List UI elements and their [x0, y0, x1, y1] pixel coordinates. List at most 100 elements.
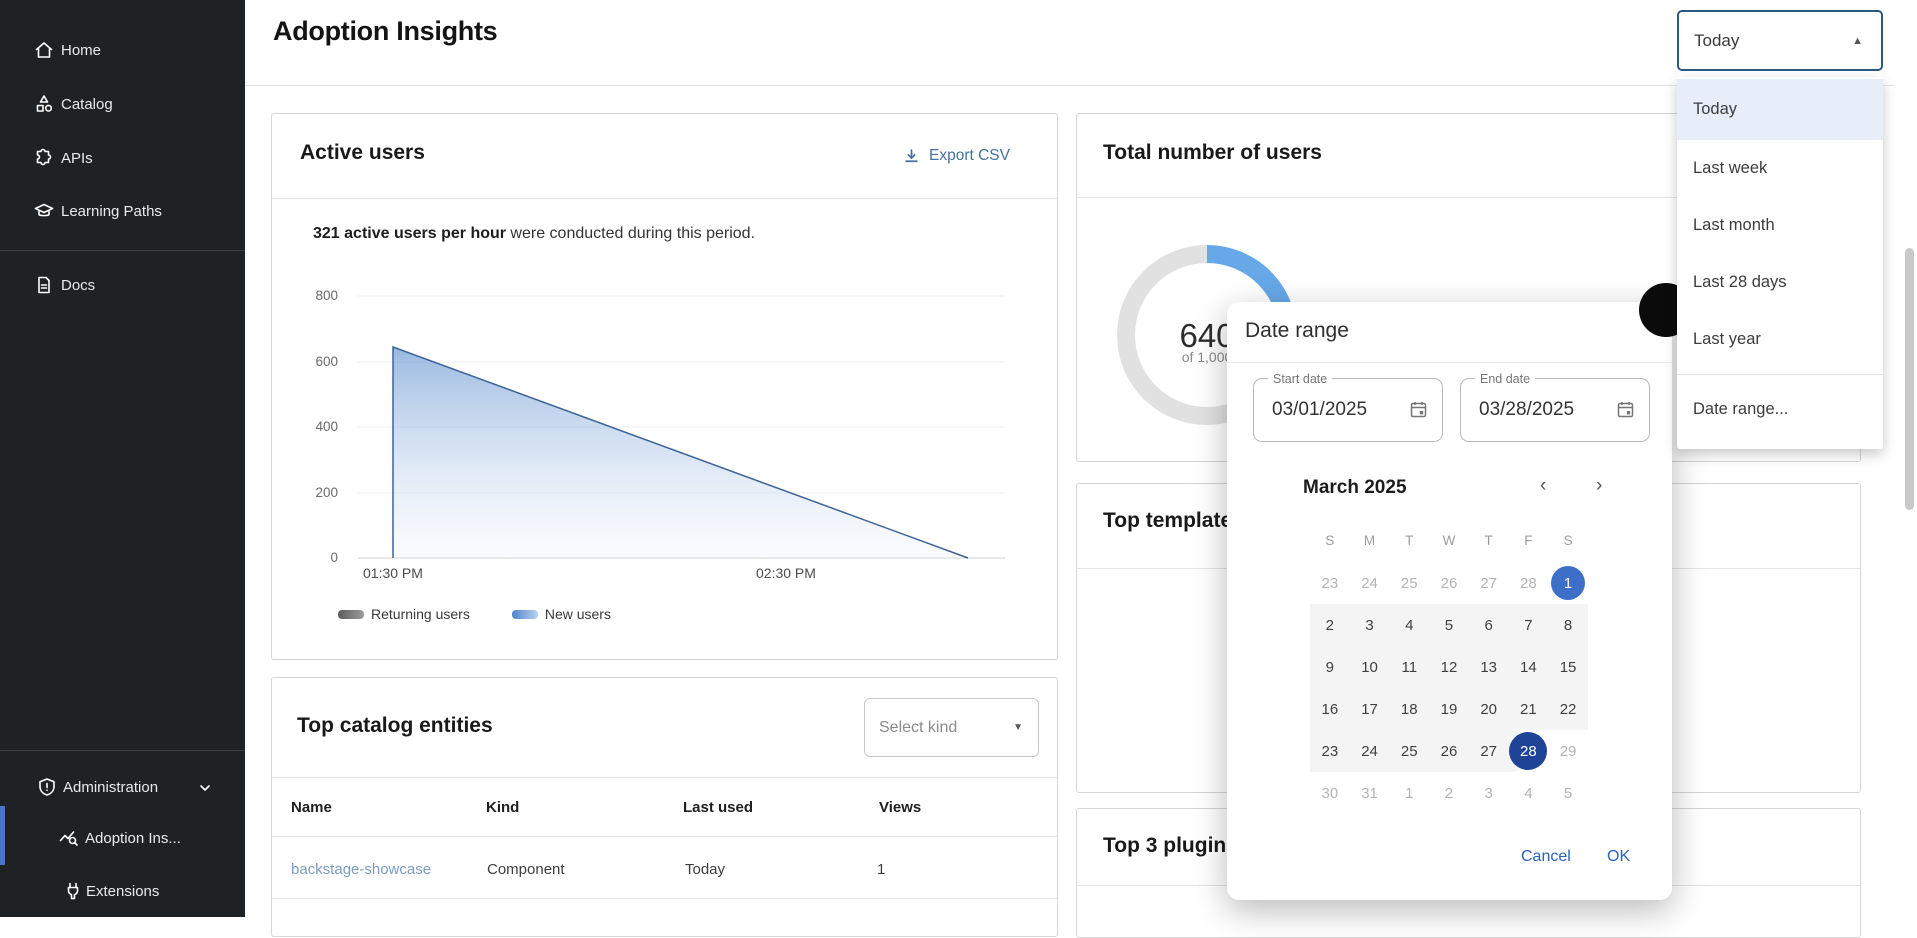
weekday-label: M — [1350, 533, 1390, 548]
calendar-day[interactable]: 11 — [1389, 646, 1429, 688]
calendar-day[interactable]: 30 — [1310, 772, 1350, 814]
calendar-day[interactable]: 31 — [1350, 772, 1390, 814]
calendar-day[interactable]: 14 — [1509, 646, 1549, 688]
calendar-next-button[interactable]: › — [1596, 475, 1602, 497]
calendar-day[interactable]: 1 — [1389, 772, 1429, 814]
calendar-day[interactable]: 27 — [1469, 562, 1509, 604]
weekday-label: S — [1310, 533, 1350, 548]
sidebar-item-label: Home — [61, 42, 101, 59]
calendar-day[interactable]: 4 — [1509, 772, 1549, 814]
export-csv-button[interactable]: Export CSV — [903, 147, 1010, 165]
calendar-day[interactable]: 15 — [1548, 646, 1588, 688]
shield-icon — [36, 776, 58, 798]
sidebar-item-label: Catalog — [61, 96, 113, 113]
period-menu-item[interactable]: Last year — [1677, 311, 1883, 368]
column-header-views: Views — [879, 799, 921, 816]
calendar-day[interactable]: 6 — [1469, 604, 1509, 646]
sidebar-item-apis[interactable]: APIs — [0, 132, 245, 184]
period-menu-item[interactable]: Last week — [1677, 140, 1883, 197]
calendar-icon[interactable] — [1409, 400, 1428, 424]
calendar-day[interactable]: 22 — [1548, 688, 1588, 730]
calendar-day[interactable]: 2 — [1310, 604, 1350, 646]
api-icon — [33, 147, 55, 169]
calendar-day[interactable]: 24 — [1350, 730, 1390, 772]
sidebar: Home Catalog APIs Learning Paths Docs Ad… — [0, 0, 245, 917]
active-users-area-chart — [271, 225, 1058, 570]
sidebar-item-label: APIs — [61, 150, 93, 167]
period-select-value: Today — [1694, 31, 1739, 51]
table-divider — [272, 898, 1057, 899]
start-date-label: Start date — [1268, 372, 1332, 386]
calendar-day[interactable]: 5 — [1429, 604, 1469, 646]
entity-last-used-cell: Today — [685, 861, 725, 878]
period-select[interactable]: Today ▲ — [1677, 10, 1883, 71]
calendar-day[interactable]: 10 — [1350, 646, 1390, 688]
card-header-divider — [272, 198, 1057, 199]
calendar-day[interactable]: 18 — [1389, 688, 1429, 730]
calendar-day[interactable]: 26 — [1429, 562, 1469, 604]
calendar-day[interactable]: 27 — [1469, 730, 1509, 772]
calendar-day[interactable]: 23 — [1310, 730, 1350, 772]
start-date-field[interactable]: Start date 03/01/2025 — [1253, 378, 1443, 442]
chevron-down-icon[interactable] — [198, 781, 212, 799]
calendar-day[interactable]: 7 — [1509, 604, 1549, 646]
calendar-day[interactable]: 25 — [1389, 730, 1429, 772]
calendar-day[interactable]: 24 — [1350, 562, 1390, 604]
period-menu-item[interactable]: Last month — [1677, 197, 1883, 254]
calendar-day[interactable]: 3 — [1350, 604, 1390, 646]
sidebar-item-catalog[interactable]: Catalog — [0, 78, 245, 130]
vertical-scrollbar-thumb[interactable] — [1905, 248, 1914, 510]
calendar-day[interactable]: 26 — [1429, 730, 1469, 772]
calendar-icon[interactable] — [1616, 400, 1635, 424]
calendar-day[interactable]: 5 — [1548, 772, 1588, 814]
calendar-day[interactable]: 29 — [1548, 730, 1588, 772]
cancel-button[interactable]: Cancel — [1521, 848, 1571, 866]
date-range-dialog: Date range Start date 03/01/2025 End dat… — [1227, 302, 1672, 900]
period-menu: TodayLast weekLast monthLast 28 daysLast… — [1677, 77, 1883, 449]
total-users-card-title: Total number of users — [1103, 141, 1322, 165]
calendar-day[interactable]: 19 — [1429, 688, 1469, 730]
calendar-day[interactable]: 21 — [1509, 688, 1549, 730]
y-tick: 200 — [293, 485, 338, 500]
calendar-day[interactable]: 12 — [1429, 646, 1469, 688]
top-templates-card-title: Top templates — [1103, 509, 1244, 533]
end-date-field[interactable]: End date 03/28/2025 — [1460, 378, 1650, 442]
entity-views-cell: 1 — [877, 861, 885, 878]
end-date-value: 03/28/2025 — [1479, 399, 1574, 421]
calendar-day[interactable]: 16 — [1310, 688, 1350, 730]
document-icon — [33, 274, 55, 296]
period-menu-item[interactable]: Today — [1677, 79, 1883, 140]
calendar-day[interactable]: 28 — [1509, 730, 1549, 772]
ok-button[interactable]: OK — [1607, 848, 1630, 866]
calendar-day[interactable]: 3 — [1469, 772, 1509, 814]
calendar-prev-button[interactable]: ‹ — [1540, 475, 1546, 497]
calendar-day[interactable]: 20 — [1469, 688, 1509, 730]
calendar-day[interactable]: 17 — [1350, 688, 1390, 730]
sidebar-item-learning-paths[interactable]: Learning Paths — [0, 185, 245, 237]
calendar-day[interactable]: 4 — [1389, 604, 1429, 646]
calendar-day[interactable]: 13 — [1469, 646, 1509, 688]
calendar-day[interactable]: 25 — [1389, 562, 1429, 604]
calendar-day[interactable]: 1 — [1548, 562, 1588, 604]
calendar-day[interactable]: 23 — [1310, 562, 1350, 604]
weekday-label: T — [1389, 533, 1429, 548]
calendar-day[interactable]: 28 — [1509, 562, 1549, 604]
period-menu-item[interactable]: Last 28 days — [1677, 254, 1883, 311]
sidebar-item-home[interactable]: Home — [0, 24, 245, 76]
catalog-icon — [33, 93, 55, 115]
sidebar-item-adoption-insights[interactable]: Adoption Ins... — [0, 812, 245, 864]
period-menu-item-date-range[interactable]: Date range... — [1677, 379, 1883, 439]
sidebar-item-administration[interactable]: Administration — [0, 761, 245, 813]
entity-name-link[interactable]: backstage-showcase — [291, 861, 431, 878]
column-header-name: Name — [291, 799, 332, 816]
arrow-up-icon: ▲ — [1852, 35, 1863, 47]
kind-select[interactable]: Select kind ▼ — [864, 698, 1039, 757]
calendar-day[interactable]: 9 — [1310, 646, 1350, 688]
calendar-day[interactable]: 2 — [1429, 772, 1469, 814]
catalog-entities-card-title: Top catalog entities — [297, 714, 493, 738]
sidebar-item-docs[interactable]: Docs — [0, 259, 245, 311]
calendar-day[interactable]: 8 — [1548, 604, 1588, 646]
sidebar-divider — [0, 250, 245, 251]
weekday-label: S — [1548, 533, 1588, 548]
sidebar-item-extensions[interactable]: Extensions — [0, 865, 245, 917]
